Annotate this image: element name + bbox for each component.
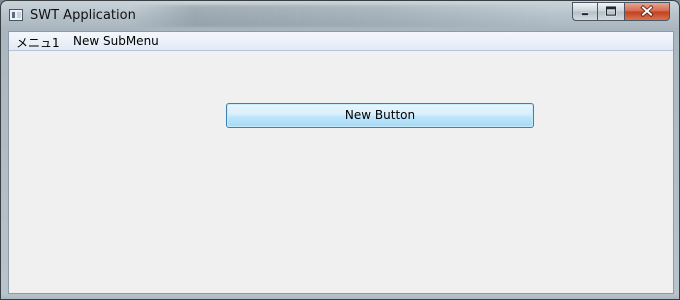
menu-item-menu1[interactable]: メニュ1 xyxy=(16,34,60,51)
close-button[interactable] xyxy=(625,2,670,21)
minimize-icon xyxy=(581,12,589,16)
window-icon[interactable] xyxy=(9,9,23,21)
title-bar[interactable]: SWT Application xyxy=(1,1,679,31)
window-bottom-frame[interactable] xyxy=(1,294,679,299)
new-button[interactable]: New Button xyxy=(226,103,534,128)
menu-bar: メニュ1 New SubMenu xyxy=(9,32,673,51)
minimize-button[interactable] xyxy=(572,2,598,21)
maximize-button[interactable] xyxy=(598,2,625,21)
maximize-icon xyxy=(605,5,617,17)
close-icon xyxy=(640,4,654,18)
menu-item-new-submenu[interactable]: New SubMenu xyxy=(73,34,159,48)
window-title: SWT Application xyxy=(30,8,136,23)
app-window: SWT Application メニュ1 New SubMenu New But xyxy=(0,0,680,300)
title-bar-background xyxy=(131,5,551,27)
client-area: メニュ1 New SubMenu New Button xyxy=(8,31,674,294)
